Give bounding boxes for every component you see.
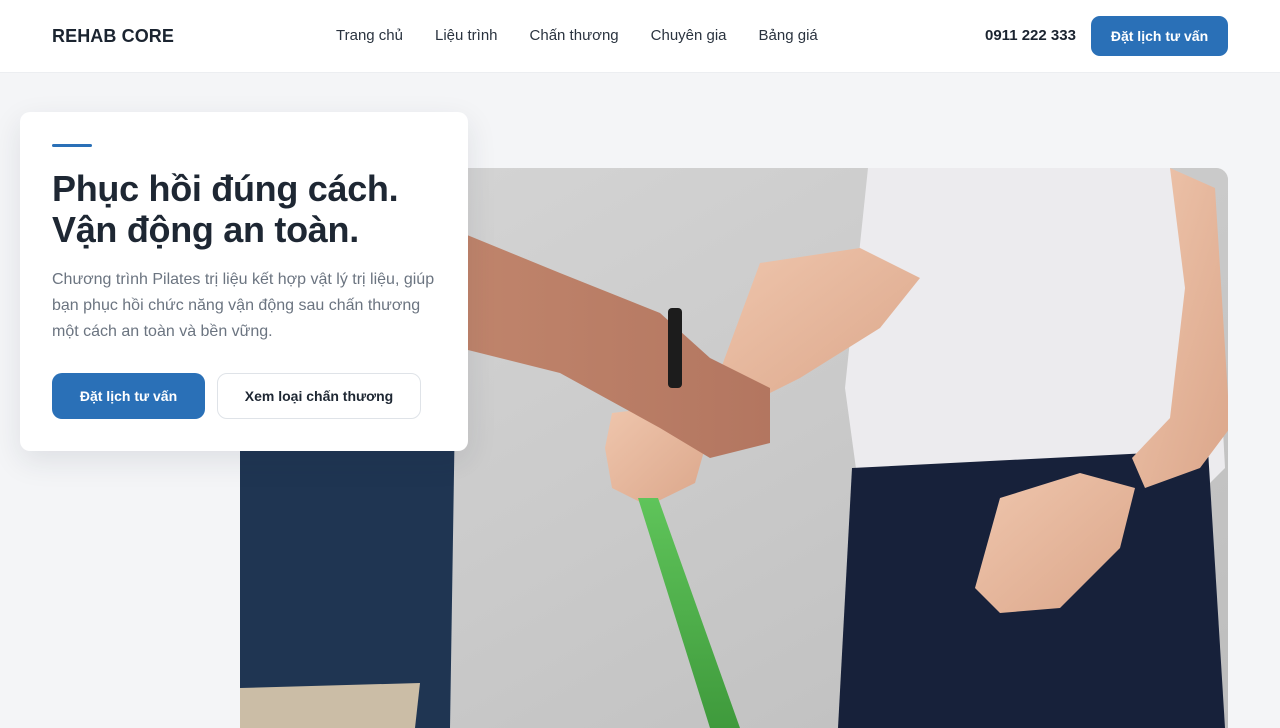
nav-item-programs[interactable]: Liệu trình — [435, 25, 498, 47]
nav-item-injuries[interactable]: Chấn thương — [530, 25, 619, 47]
hero-headline: Phục hồi đúng cách. Vận động an toàn. — [52, 168, 452, 250]
book-consultation-button[interactable]: Đặt lịch tư vấn — [52, 373, 205, 419]
site-header: REHAB CORE Trang chủ Liệu trình Chấn thư… — [0, 0, 1280, 72]
accent-bar — [52, 144, 92, 147]
hero-headline-line-1: Phục hồi đúng cách. — [52, 168, 399, 209]
hero-description: Chương trình Pilates trị liệu kết hợp vậ… — [52, 271, 435, 340]
site-logo[interactable]: REHAB CORE — [52, 24, 174, 48]
header-book-consultation-button[interactable]: Đặt lịch tư vấn — [1091, 16, 1228, 56]
phone-number[interactable]: 0911 222 333 — [985, 25, 1076, 47]
view-injury-types-button[interactable]: Xem loại chấn thương — [217, 373, 421, 419]
nav-item-experts[interactable]: Chuyên gia — [651, 25, 727, 47]
hero-intro-card: Phục hồi đúng cách. Vận động an toàn. Ch… — [20, 112, 468, 451]
nav-item-pricing[interactable]: Bảng giá — [759, 25, 818, 47]
nav-item-home[interactable]: Trang chủ — [336, 25, 403, 47]
hero-headline-line-2: Vận động an toàn. — [52, 209, 359, 250]
main-nav: Trang chủ Liệu trình Chấn thương Chuyên … — [336, 25, 850, 47]
